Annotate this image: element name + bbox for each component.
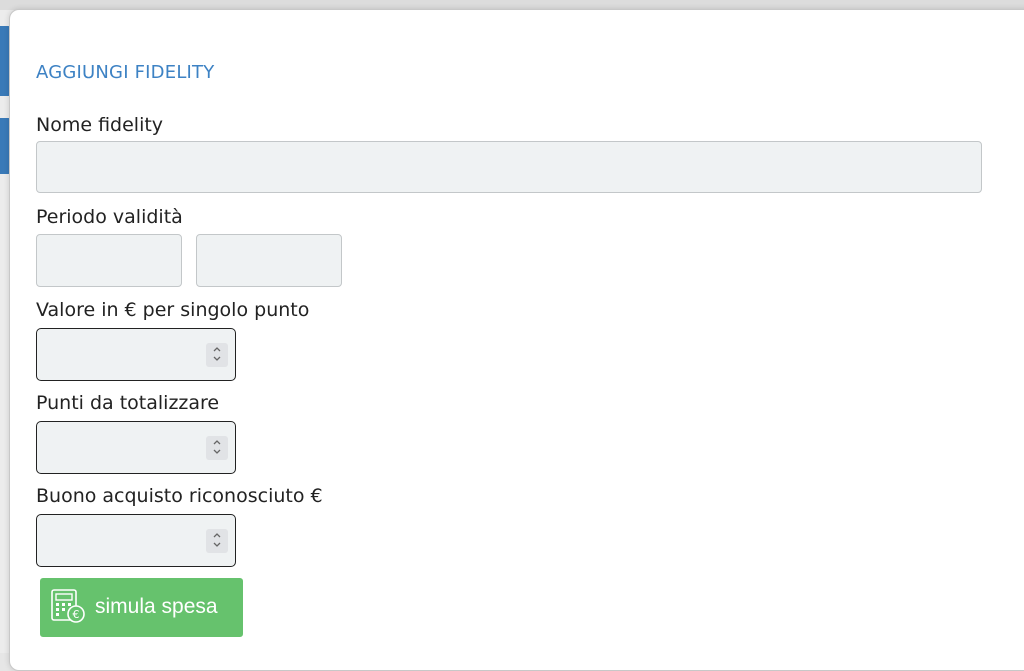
up-down-spinner-icon[interactable] xyxy=(206,343,228,367)
point-value-label: Valore in € per singolo punto xyxy=(36,299,310,321)
calculator-euro-icon: € xyxy=(50,588,86,629)
dialog-title: AGGIUNGI FIDELITY xyxy=(36,62,215,83)
svg-text:€: € xyxy=(73,608,80,621)
name-label: Nome fidelity xyxy=(36,114,164,136)
voucher-label: Buono acquisto riconosciuto € xyxy=(36,485,323,507)
add-fidelity-dialog: AGGIUNGI FIDELITY Nome fidelity Periodo … xyxy=(9,9,1024,671)
up-down-spinner-icon[interactable] xyxy=(206,436,228,460)
simulate-button-label: simula spesa xyxy=(95,595,218,618)
name-input[interactable] xyxy=(36,141,982,193)
voucher-input[interactable] xyxy=(36,514,236,567)
points-total-input[interactable] xyxy=(36,421,236,474)
period-end-input[interactable] xyxy=(196,234,342,287)
point-value-input[interactable] xyxy=(36,328,236,381)
points-total-label: Punti da totalizzare xyxy=(36,392,220,414)
simulate-spending-button[interactable]: € simula spesa xyxy=(40,578,243,637)
up-down-spinner-icon[interactable] xyxy=(206,529,228,553)
period-start-input[interactable] xyxy=(36,234,182,287)
validity-period-label: Periodo validità xyxy=(36,206,183,228)
